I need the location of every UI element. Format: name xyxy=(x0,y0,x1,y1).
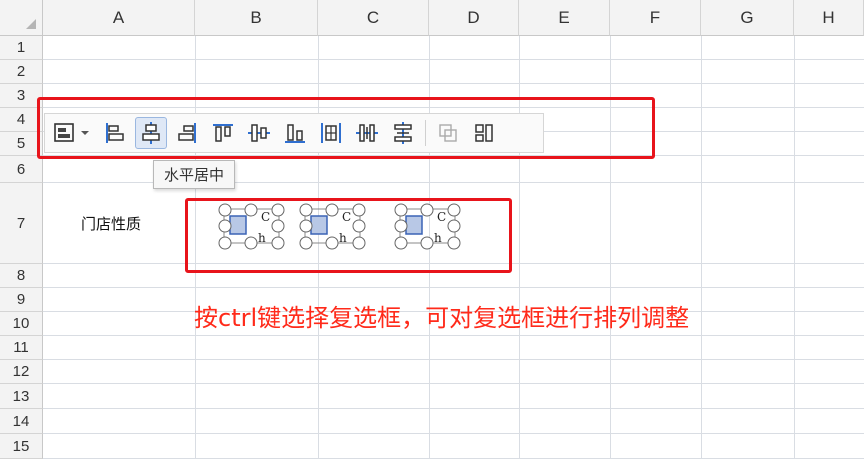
highlight-box-toolbar xyxy=(37,97,655,159)
annotation-text: 按ctrl键选择复选框，可对复选框进行排列调整 xyxy=(194,304,690,332)
checkbox-label-top: C xyxy=(437,210,446,224)
checkbox-label-bottom: h xyxy=(434,231,442,245)
cell-a7[interactable]: 门店性质 xyxy=(81,213,141,234)
column-header-d[interactable]: D xyxy=(429,0,519,36)
column-header-b[interactable]: B xyxy=(195,0,318,36)
row-header-2[interactable]: 2 xyxy=(0,60,43,84)
checkbox-label-bottom: h xyxy=(258,231,266,245)
gridline xyxy=(43,83,864,84)
row-header-6[interactable]: 6 xyxy=(0,156,43,183)
gridline xyxy=(43,383,864,384)
row-header-1[interactable]: 1 xyxy=(0,36,43,60)
column-header-e[interactable]: E xyxy=(519,0,610,36)
row-header-12[interactable]: 12 xyxy=(0,360,43,384)
gridline xyxy=(43,287,864,288)
tooltip: 水平居中 xyxy=(153,160,236,189)
row-header-11[interactable]: 11 xyxy=(0,336,43,360)
checkbox-control-2[interactable]: C h xyxy=(298,202,370,252)
select-all-triangle-icon xyxy=(26,19,36,29)
selected-checkbox-handles-icon: C h xyxy=(394,203,461,250)
selected-checkbox-handles-icon: C h xyxy=(299,203,366,250)
column-header-a[interactable]: A xyxy=(43,0,195,36)
gridline xyxy=(794,36,795,459)
gridline xyxy=(43,408,864,409)
gridline xyxy=(43,433,864,434)
row-header-14[interactable]: 14 xyxy=(0,409,43,434)
row-header-13[interactable]: 13 xyxy=(0,384,43,409)
row-header-9[interactable]: 9 xyxy=(0,288,43,312)
checkbox-control-3[interactable]: C h xyxy=(393,202,465,252)
row-header-8[interactable]: 8 xyxy=(0,264,43,288)
select-all-corner[interactable] xyxy=(0,0,43,36)
row-header-15[interactable]: 15 xyxy=(0,434,43,459)
column-header-h[interactable]: H xyxy=(794,0,864,36)
column-header-f[interactable]: F xyxy=(610,0,701,36)
gridline xyxy=(43,359,864,360)
checkbox-label-top: C xyxy=(342,210,351,224)
column-header-g[interactable]: G xyxy=(701,0,794,36)
gridline xyxy=(701,36,702,459)
gridline xyxy=(43,59,864,60)
gridline xyxy=(43,335,864,336)
column-header-c[interactable]: C xyxy=(318,0,429,36)
checkbox-label-top: C xyxy=(261,210,270,224)
checkbox-label-bottom: h xyxy=(339,231,347,245)
checkbox-control-1[interactable]: C h xyxy=(217,202,289,252)
row-header-10[interactable]: 10 xyxy=(0,312,43,336)
selected-checkbox-handles-icon: C h xyxy=(218,203,285,250)
row-header-7[interactable]: 7 xyxy=(0,183,43,264)
